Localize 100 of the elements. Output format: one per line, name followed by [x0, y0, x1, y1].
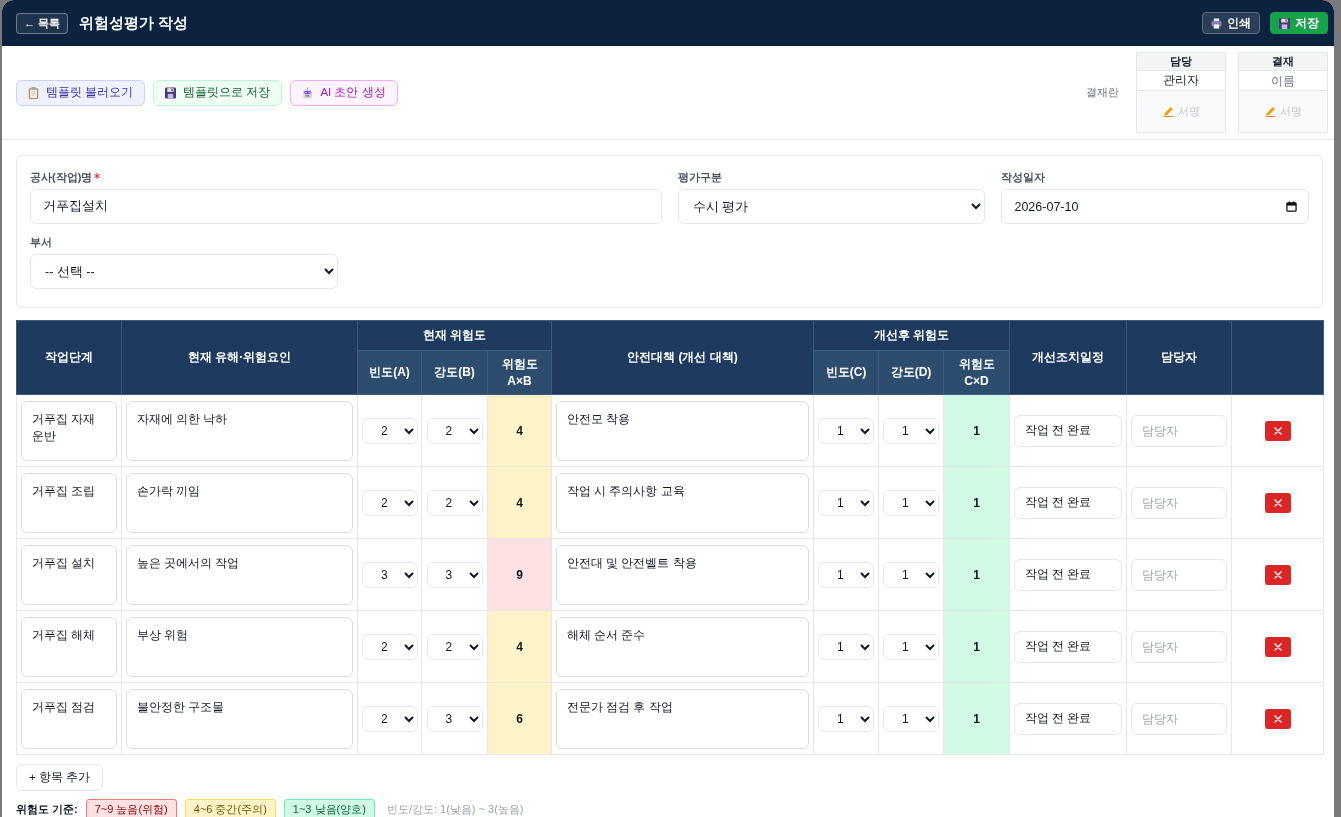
- owner-field[interactable]: 담당자: [1131, 702, 1227, 735]
- field-label: 공사(작업)명: [30, 169, 93, 185]
- column-group-header: 개선후 위험도: [813, 320, 1010, 351]
- frequency-select[interactable]: 1: [818, 561, 874, 588]
- load-template-button[interactable]: 템플릿 불러오기: [16, 79, 146, 106]
- hazard-field[interactable]: 자재에 의한 낙하: [126, 400, 353, 461]
- risk-score-cell: 1: [943, 682, 1010, 755]
- severity-select[interactable]: 1: [883, 417, 939, 444]
- work-step-field[interactable]: 거푸집 설치: [21, 544, 117, 605]
- column-header: 위험도 C×D: [943, 350, 1010, 395]
- hazard-field[interactable]: 높은 곳에서의 작업: [126, 544, 353, 605]
- severity-select[interactable]: 2: [426, 633, 483, 660]
- schedule-field[interactable]: 작업 전 완료: [1014, 630, 1122, 663]
- hazard-field[interactable]: 손가락 끼임: [126, 472, 353, 533]
- owner-field[interactable]: 담당자: [1131, 486, 1227, 519]
- risk-score-cell: 4: [487, 610, 552, 683]
- delete-button[interactable]: [1264, 564, 1291, 585]
- schedule-field[interactable]: 작업 전 완료: [1014, 486, 1122, 519]
- risk-score-cell: 4: [487, 466, 552, 539]
- severity-select[interactable]: 1: [883, 489, 939, 516]
- clipboard-icon: [28, 86, 39, 99]
- delete-button[interactable]: [1264, 492, 1291, 513]
- risk-score-cell: 4: [487, 394, 552, 467]
- schedule-field[interactable]: 작업 전 완료: [1014, 702, 1122, 735]
- risk-score-cell: 1: [943, 466, 1010, 539]
- owner-field[interactable]: 담당자: [1131, 630, 1227, 663]
- column-header: 빈도(A): [357, 350, 422, 395]
- legend-note: 빈도/강도: 1(낮음) ~ 3(높음): [386, 802, 524, 817]
- save-template-button[interactable]: 템플릿으로 저장: [153, 79, 283, 106]
- risk-level-tag: 4~6 중간(주의): [184, 799, 276, 817]
- column-header: 개선조치일정: [1009, 320, 1127, 395]
- text-input-field[interactable]: 거푸집설치: [30, 189, 662, 224]
- frequency-select[interactable]: 2: [362, 705, 418, 732]
- severity-select[interactable]: 2: [426, 417, 483, 444]
- printer-icon: [1211, 17, 1222, 29]
- close-icon: [1272, 497, 1283, 508]
- work-step-field[interactable]: 거푸집 조립: [21, 472, 117, 533]
- hazard-field[interactable]: 부상 위험: [126, 616, 353, 677]
- safety-measure-field[interactable]: 작업 시 주의사항 교육: [556, 472, 809, 533]
- severity-select[interactable]: 3: [426, 561, 483, 588]
- delete-button[interactable]: [1264, 636, 1291, 657]
- severity-select[interactable]: 1: [883, 633, 939, 660]
- frequency-select[interactable]: 2: [362, 417, 418, 444]
- frequency-select[interactable]: 2: [362, 633, 418, 660]
- risk-score-cell: 1: [943, 538, 1010, 611]
- risk-level-tag: 1~3 낮음(양호): [283, 799, 375, 817]
- work-step-field[interactable]: 거푸집 자재 운반: [21, 400, 117, 461]
- column-header: 작업단계: [16, 320, 122, 395]
- pen-icon: [1162, 106, 1174, 117]
- frequency-select[interactable]: 1: [818, 633, 874, 660]
- approval-label: 결재란: [1086, 85, 1119, 100]
- field-label: 평가구분: [677, 169, 722, 185]
- page-title: 위험성평가 작성: [79, 13, 189, 33]
- column-header: 위험도 A×B: [487, 350, 552, 395]
- close-icon: [1272, 641, 1283, 652]
- add-item-button[interactable]: + 항목 추가: [16, 764, 104, 791]
- select-field[interactable]: 수시 평가: [677, 189, 986, 224]
- safety-measure-field[interactable]: 전문가 점검 후 작업: [556, 688, 809, 749]
- safety-measure-field[interactable]: 해체 순서 준수: [556, 616, 809, 677]
- frequency-select[interactable]: 1: [818, 705, 874, 732]
- legend-title: 위험도 기준:: [16, 802, 78, 817]
- safety-measure-field[interactable]: 안전대 및 안전벨트 착용: [556, 544, 809, 605]
- print-button[interactable]: 인쇄: [1202, 12, 1260, 34]
- frequency-select[interactable]: 1: [818, 417, 874, 444]
- severity-select[interactable]: 1: [883, 705, 939, 732]
- back-button[interactable]: ← 목록: [16, 12, 69, 34]
- risk-score-cell: 9: [487, 538, 552, 611]
- calendar-icon: [1286, 201, 1297, 212]
- robot-icon: [302, 86, 314, 99]
- severity-select[interactable]: 3: [426, 705, 483, 732]
- column-header: 현재 유해·위험요인: [121, 320, 358, 395]
- date-field[interactable]: 2026-07-10: [1001, 189, 1309, 224]
- risk-score-cell: 1: [943, 394, 1010, 467]
- ai-draft-button[interactable]: AI 초안 생성: [290, 79, 398, 106]
- frequency-select[interactable]: 1: [818, 489, 874, 516]
- close-icon: [1272, 713, 1283, 724]
- approval-role-label: 결재: [1239, 53, 1327, 71]
- close-icon: [1272, 425, 1283, 436]
- owner-field[interactable]: 담당자: [1131, 414, 1227, 447]
- close-icon: [1272, 569, 1283, 580]
- hazard-field[interactable]: 불안정한 구조물: [126, 688, 353, 749]
- column-header: 안전대책 (개선 대책): [551, 320, 814, 395]
- schedule-field[interactable]: 작업 전 완료: [1014, 414, 1122, 447]
- column-header: 강도(B): [421, 350, 488, 395]
- severity-select[interactable]: 1: [883, 561, 939, 588]
- severity-select[interactable]: 2: [426, 489, 483, 516]
- approval-role-label: 담당: [1137, 53, 1225, 71]
- delete-button[interactable]: [1264, 420, 1291, 441]
- delete-button[interactable]: [1264, 708, 1291, 729]
- frequency-select[interactable]: 2: [362, 489, 418, 516]
- work-step-field[interactable]: 거푸집 해체: [21, 616, 117, 677]
- column-header: 담당자: [1126, 320, 1232, 395]
- work-step-field[interactable]: 거푸집 점검: [21, 688, 117, 749]
- schedule-field[interactable]: 작업 전 완료: [1014, 558, 1122, 591]
- column-group-header: 현재 위험도: [357, 320, 552, 351]
- select-field[interactable]: -- 선택 --: [30, 254, 338, 289]
- pen-icon: [1264, 106, 1276, 117]
- safety-measure-field[interactable]: 안전모 착용: [556, 400, 809, 461]
- owner-field[interactable]: 담당자: [1131, 558, 1227, 591]
- frequency-select[interactable]: 3: [362, 561, 418, 588]
